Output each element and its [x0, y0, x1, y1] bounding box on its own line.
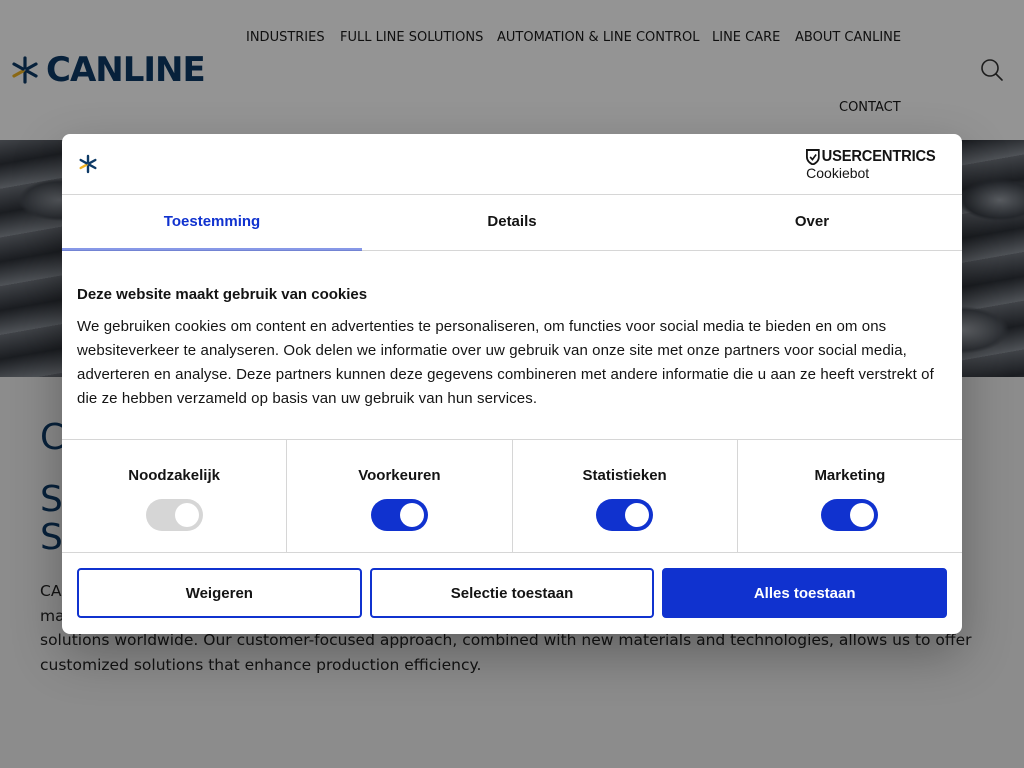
allow-all-button[interactable]: Alles toestaan [662, 568, 948, 618]
dialog-description: We gebruiken cookies om content en adver… [77, 318, 934, 407]
canline-star-icon [79, 154, 97, 174]
necessary-toggle [145, 499, 203, 531]
cookie-consent-dialog: USERCENTRICS Cookiebot Toestemming Detai… [62, 134, 962, 634]
tab-about[interactable]: Over [662, 195, 962, 250]
category-label: Marketing [814, 467, 886, 484]
statistics-toggle[interactable] [596, 499, 654, 531]
usercentrics-wordmark: USERCENTRICS [821, 148, 936, 165]
tab-consent[interactable]: Toestemming [62, 195, 362, 251]
allow-selection-button[interactable]: Selectie toestaan [369, 568, 655, 618]
category-marketing: Marketing [738, 440, 962, 552]
dialog-actions: Weigeren Selectie toestaan Alles toestaa… [77, 568, 948, 618]
category-preferences: Voorkeuren [287, 440, 513, 552]
cookie-category-toggles: Noodzakelijk Voorkeuren Statistieken Mar… [62, 439, 962, 553]
category-label: Noodzakelijk [128, 467, 220, 484]
dialog-header: USERCENTRICS Cookiebot [62, 134, 962, 195]
category-label: Voorkeuren [358, 467, 441, 484]
marketing-toggle[interactable] [821, 499, 879, 531]
dialog-title: Deze website maakt gebruik van cookies [77, 286, 368, 303]
tab-details[interactable]: Details [362, 195, 662, 250]
shield-icon [806, 149, 820, 165]
deny-button[interactable]: Weigeren [77, 568, 362, 618]
preferences-toggle[interactable] [370, 499, 428, 531]
dialog-tabs: Toestemming Details Over [62, 195, 962, 251]
category-label: Statistieken [582, 467, 667, 484]
usercentrics-cookiebot-logo[interactable]: USERCENTRICS Cookiebot [806, 149, 947, 181]
dialog-body: Deze website maakt gebruik van cookies W… [77, 286, 947, 411]
category-necessary: Noodzakelijk [62, 440, 288, 552]
cookiebot-wordmark: Cookiebot [806, 165, 870, 181]
category-statistics: Statistieken [513, 440, 738, 552]
